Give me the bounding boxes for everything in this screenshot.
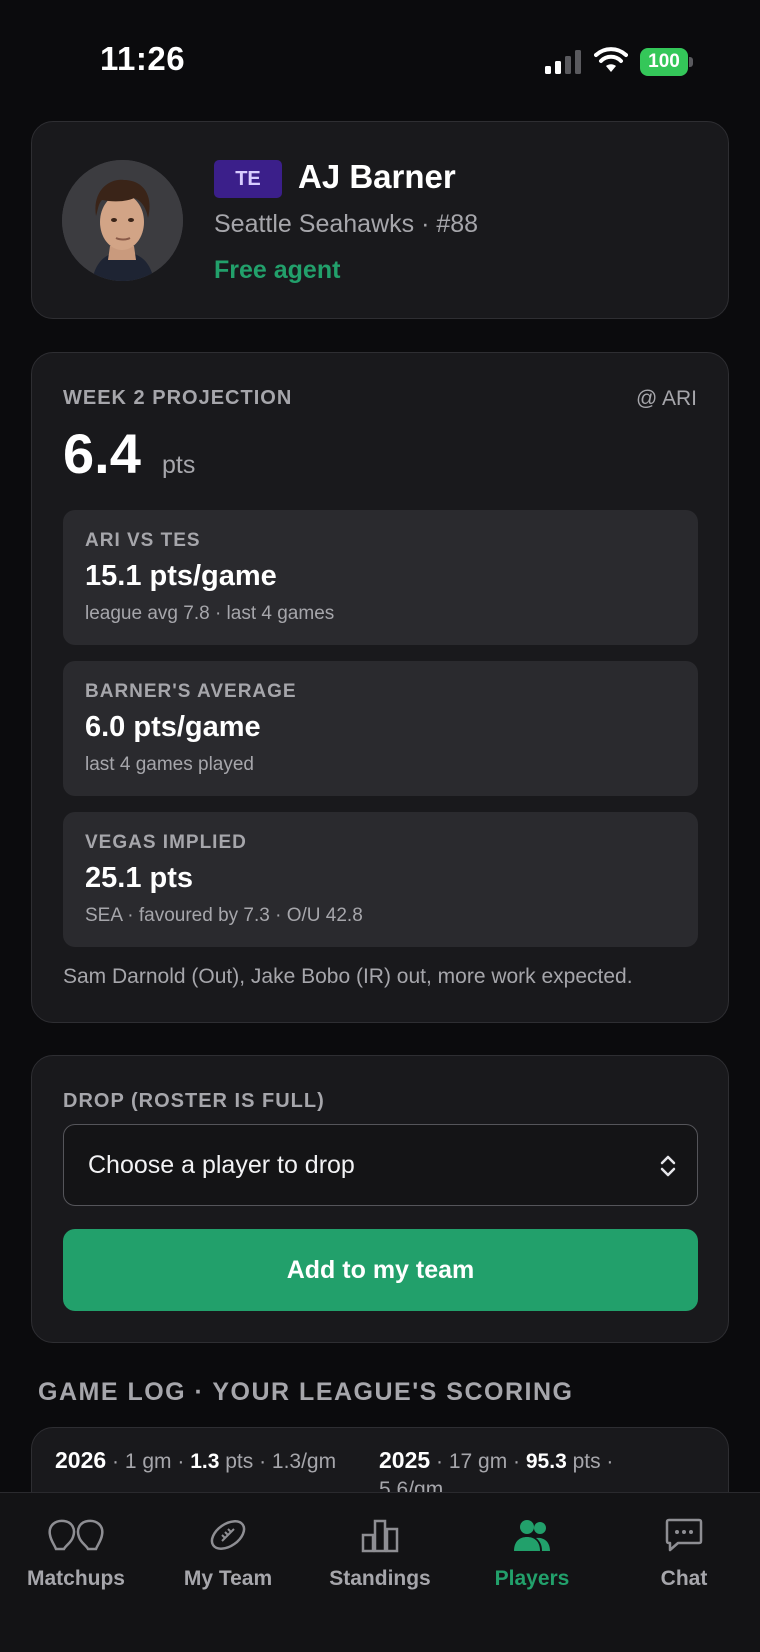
projection-unit: pts [162,451,196,479]
wifi-icon [594,47,628,72]
chevron-updown-icon [660,1155,676,1177]
projection-label: WEEK 2 PROJECTION [63,387,293,409]
drop-select-value: Choose a player to drop [88,1151,355,1179]
stat-value: 6.0 pts/game [85,711,261,743]
season-year: 2025 [379,1447,431,1473]
stat-title: VEGAS IMPLIED [85,832,247,853]
battery-icon: 100 [640,48,693,76]
football-icon [210,1520,246,1550]
chat-bubble-icon [665,1518,703,1552]
add-to-team-button[interactable]: Add to my team [63,1229,698,1311]
drop-player-select[interactable]: Choose a player to drop [63,1124,698,1206]
season-points: 1.3 [190,1450,220,1473]
projection-note: Sam Darnold (Out), Jake Bobo (IR) out, m… [63,965,633,988]
signal-icon [545,50,581,74]
users-icon [514,1520,550,1551]
player-name: AJ Barner [298,158,456,195]
projection-value: 6.4 [63,422,141,485]
tab-label: Chat [660,1567,708,1590]
tab-label: My Team [183,1567,273,1590]
boxing-gloves-icon [48,1519,104,1551]
game-log-heading: GAME LOG · YOUR LEAGUE'S SCORING [38,1378,574,1406]
tab-label: Players [494,1567,570,1590]
tab-label: Matchups [26,1567,125,1590]
season-year: 2026 [55,1447,107,1473]
drop-label: DROP (ROSTER IS FULL) [63,1090,325,1112]
tab-matchups[interactable]: Matchups [0,1493,152,1652]
tab-chat[interactable]: Chat [608,1493,760,1652]
status-time: 11:26 [100,40,186,77]
tab-standings[interactable]: Standings [304,1493,456,1652]
season-points: 95.3 [525,1450,567,1473]
bar-chart-icon [361,1519,399,1553]
stat-box-player-average: BARNER'S AVERAGE 6.0 pts/game last 4 gam… [63,661,698,796]
stat-value: 15.1 pts/game [85,560,277,592]
stat-subtitle: last 4 games played [85,754,254,775]
stat-subtitle: SEA · favoured by 7.3 · O/U 42.8 [85,905,363,926]
player-avatar [62,160,183,281]
bottom-tab-bar: Matchups My Team Standings Players Chat [0,1492,760,1652]
tab-my-team[interactable]: My Team [152,1493,304,1652]
stat-value: 25.1 pts [85,862,193,894]
drop-card: DROP (ROSTER IS FULL) Choose a player to… [31,1055,729,1343]
season-games: · 17 gm · [430,1450,526,1473]
stat-box-matchup: ARI VS TES 15.1 pts/game league avg 7.8 … [63,510,698,645]
battery-level: 100 [640,48,688,76]
tab-label: Standings [329,1567,431,1590]
stat-subtitle: league avg 7.8 · last 4 games [85,603,335,624]
projection-opponent: @ ARI [635,387,697,410]
tab-players[interactable]: Players [456,1493,608,1652]
season-games: · 1 gm · [106,1450,191,1473]
stat-title: BARNER'S AVERAGE [85,681,297,702]
stat-title: ARI VS TES [85,530,201,551]
battery-cap [689,57,693,67]
player-status: Free agent [214,256,341,284]
projection-card: WEEK 2 PROJECTION @ ARI 6.4 pts ARI VS T… [31,352,729,1023]
status-bar: 11:26 100 [0,0,760,120]
player-header-card: TE AJ Barner Seattle Seahawks · #88 Free… [31,121,729,319]
position-badge: TE [214,160,282,198]
season-rest: pts · 1.3/gm [219,1450,337,1473]
player-team: Seattle Seahawks · #88 [214,210,479,238]
stat-box-vegas: VEGAS IMPLIED 25.1 pts SEA · favoured by… [63,812,698,947]
season-summary-2026[interactable]: 2026 · 1 gm · 1.3 pts · 1.3/gm [55,1446,355,1476]
